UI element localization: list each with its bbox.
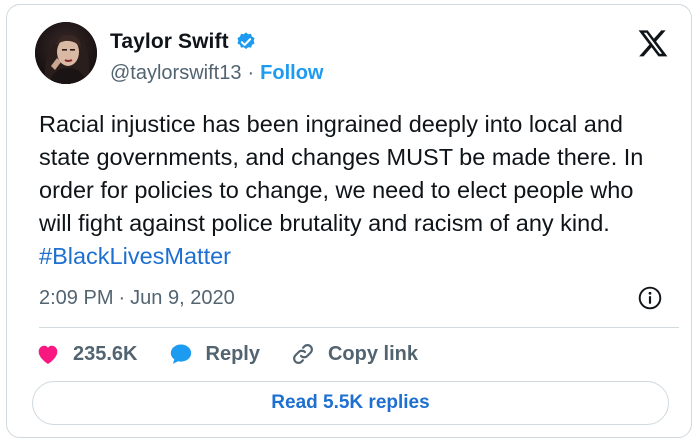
tweet-timestamp[interactable]: 2:09 PM · Jun 9, 2020 xyxy=(39,285,235,311)
divider xyxy=(39,327,679,328)
link-icon xyxy=(290,341,316,367)
author-name-row: Taylor Swift xyxy=(110,29,257,55)
x-logo-icon[interactable] xyxy=(637,27,669,59)
tweet-text: Racial injustice has been ingrained deep… xyxy=(39,108,669,273)
tweet-body: Racial injustice has been ingrained deep… xyxy=(39,111,644,236)
read-replies-button[interactable]: Read 5.5K replies xyxy=(32,381,669,425)
reply-label: Reply xyxy=(205,342,260,365)
reply-button[interactable]: Reply xyxy=(168,341,260,367)
heart-icon xyxy=(35,341,61,367)
tweet-date: Jun 9, 2020 xyxy=(130,286,235,309)
speech-bubble-icon xyxy=(168,341,194,367)
follow-button[interactable]: Follow xyxy=(260,62,323,85)
copy-link-label: Copy link xyxy=(327,342,418,365)
author-handle[interactable]: @taylorswift13 xyxy=(110,62,241,85)
info-icon[interactable] xyxy=(637,285,663,311)
timestamp-separator: · xyxy=(118,286,126,309)
author-display-name[interactable]: Taylor Swift xyxy=(110,30,229,54)
tweet-actions: 235.6K Reply Copy link xyxy=(35,337,448,371)
avatar[interactable] xyxy=(35,22,97,84)
handle-separator: · xyxy=(247,61,255,84)
read-replies-label: Read 5.5K replies xyxy=(271,392,430,413)
tweet-time: 2:09 PM xyxy=(39,286,114,309)
like-count: 235.6K xyxy=(73,342,138,365)
verified-badge-icon xyxy=(235,31,257,53)
copy-link-button[interactable]: Copy link xyxy=(290,341,418,367)
tweet-card: Taylor Swift @taylorswift13 · Follow Rac… xyxy=(6,4,692,438)
author-handle-row: @taylorswift13 · Follow xyxy=(110,60,323,86)
like-button[interactable]: 235.6K xyxy=(35,341,138,367)
hashtag-link[interactable]: #BlackLivesMatter xyxy=(39,243,231,269)
